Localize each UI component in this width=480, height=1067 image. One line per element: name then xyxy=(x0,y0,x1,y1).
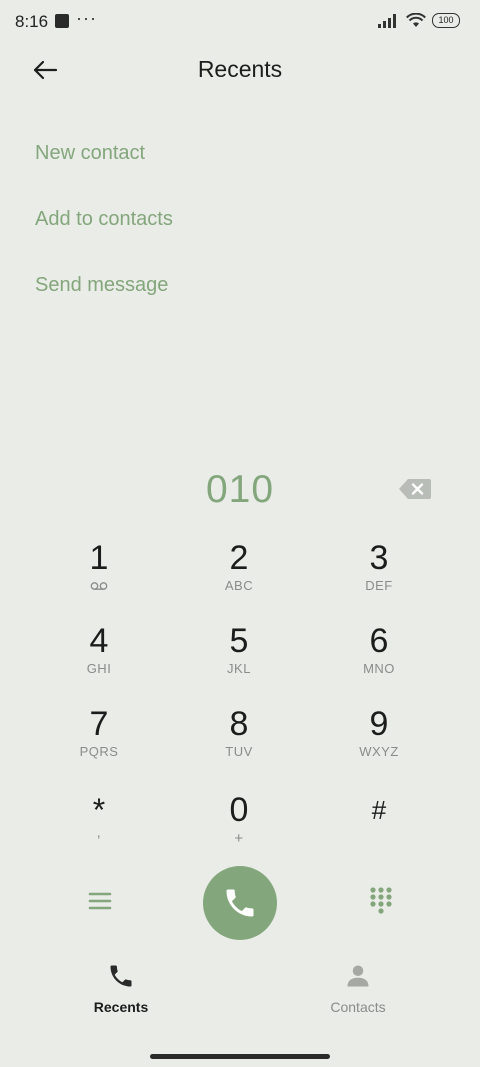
key-hash-symbol: # xyxy=(371,795,387,825)
key-3[interactable]: 3 DEF xyxy=(319,538,439,616)
page-title: Recents xyxy=(197,56,283,82)
key-8-digit: 8 xyxy=(229,705,249,743)
nav-contacts-label: Contacts xyxy=(330,999,386,1015)
key-0-digit: 0 xyxy=(229,791,249,829)
key-3-digit: 3 xyxy=(369,539,389,577)
person-icon xyxy=(347,965,369,987)
key-star[interactable]: * , xyxy=(39,790,159,868)
key-1-digit: 1 xyxy=(89,539,109,577)
backspace-icon xyxy=(399,479,431,499)
key-7[interactable]: 7 PQRS xyxy=(39,704,159,782)
status-icons: 100 xyxy=(378,13,460,28)
signal-icon xyxy=(378,13,396,28)
key-8-letters: TUV xyxy=(225,744,253,759)
status-time: 8:16 xyxy=(15,12,49,31)
key-3-letters: DEF xyxy=(365,578,393,593)
nav-recents-label: Recents xyxy=(93,999,149,1015)
key-4-letters: GHI xyxy=(86,661,112,676)
menu-icon xyxy=(88,892,112,910)
key-7-letters: PQRS xyxy=(79,744,119,759)
key-7-digit: 7 xyxy=(89,705,109,743)
key-9-letters: WXYZ xyxy=(359,744,399,759)
key-9-digit: 9 xyxy=(369,705,389,743)
voicemail-icon xyxy=(90,582,108,590)
key-star-letters: , xyxy=(96,824,102,840)
key-4[interactable]: 4 GHI xyxy=(39,621,159,699)
key-4-digit: 4 xyxy=(89,622,109,660)
key-1[interactable]: 1 xyxy=(39,538,159,616)
battery-icon: 100 xyxy=(432,13,460,28)
phone-icon xyxy=(110,965,132,987)
dialpad-icon xyxy=(370,887,392,914)
key-hash[interactable]: # xyxy=(319,790,439,868)
more-notifications-icon: ··· xyxy=(76,8,97,28)
key-0[interactable]: 0 + xyxy=(179,790,299,868)
key-6-letters: MNO xyxy=(363,661,395,676)
key-5[interactable]: 5 JKL xyxy=(179,621,299,699)
send-message-link[interactable]: Send message xyxy=(35,274,168,297)
key-6-digit: 6 xyxy=(369,622,389,660)
menu-button[interactable] xyxy=(86,886,114,916)
backspace-button[interactable] xyxy=(398,477,432,501)
key-2-letters: ABC xyxy=(224,578,254,593)
status-bar: 8:16 ··· 100 xyxy=(0,0,480,44)
phone-icon xyxy=(226,889,254,917)
nav-recents[interactable]: Recents xyxy=(51,962,191,1015)
notification-icon xyxy=(55,14,69,28)
wifi-icon xyxy=(406,13,426,27)
key-2-digit: 2 xyxy=(229,539,249,577)
key-9[interactable]: 9 WXYZ xyxy=(319,704,439,782)
new-contact-link[interactable]: New contact xyxy=(35,142,145,165)
add-to-contacts-link[interactable]: Add to contacts xyxy=(35,208,173,231)
nav-contacts[interactable]: Contacts xyxy=(288,962,428,1015)
key-8[interactable]: 8 TUV xyxy=(179,704,299,782)
key-5-digit: 5 xyxy=(229,622,249,660)
key-0-letters: + xyxy=(234,830,244,847)
call-button[interactable] xyxy=(203,866,277,940)
key-5-letters: JKL xyxy=(227,661,251,676)
home-indicator[interactable] xyxy=(150,1054,330,1059)
key-6[interactable]: 6 MNO xyxy=(319,621,439,699)
dialpad-toggle-button[interactable] xyxy=(368,886,394,914)
key-2[interactable]: 2 ABC xyxy=(179,538,299,616)
